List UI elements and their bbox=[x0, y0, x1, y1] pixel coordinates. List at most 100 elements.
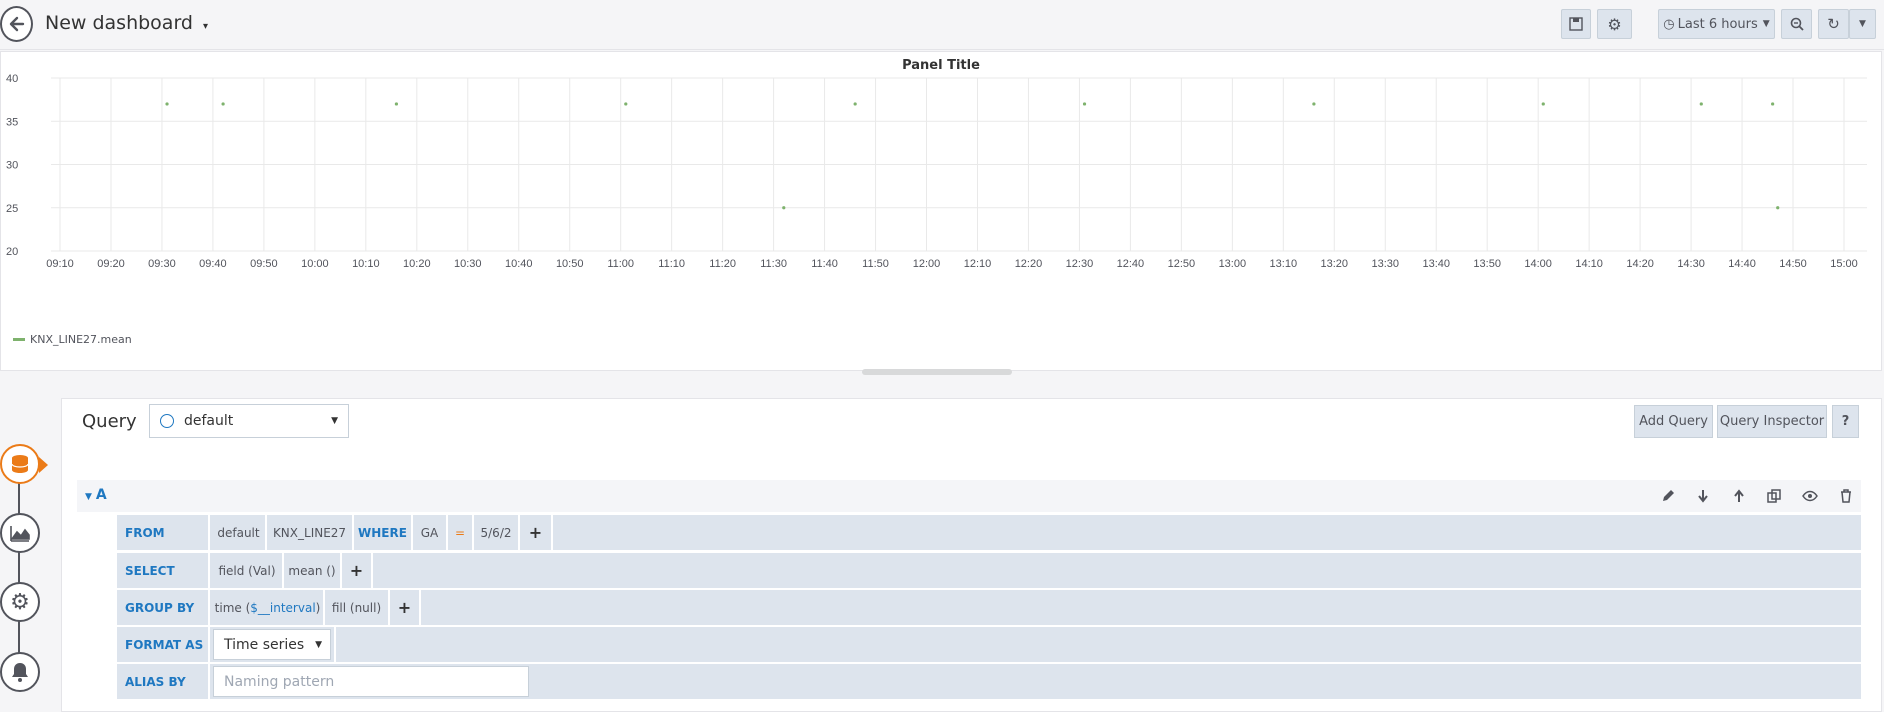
graph-panel: Panel Title 09:10 09:20 09:30 09:40 09:50 10:… bbox=[0, 51, 1882, 371]
x-tick-label: 12:20 bbox=[1015, 258, 1043, 270]
trash-icon[interactable] bbox=[1838, 488, 1854, 504]
field-segment[interactable]: field (Val) bbox=[212, 553, 284, 588]
query-inspector-button[interactable]: Query Inspector bbox=[1717, 405, 1827, 438]
data-point[interactable] bbox=[1541, 102, 1545, 106]
x-tick-label: 10:30 bbox=[454, 258, 482, 270]
y-tick-label: 40 bbox=[6, 73, 18, 85]
alias-placeholder: Naming pattern bbox=[224, 673, 335, 690]
alias-by-label: ALIAS BY bbox=[117, 664, 210, 699]
gear-icon: ⚙ bbox=[10, 589, 30, 615]
x-tick-label: 14:30 bbox=[1677, 258, 1705, 270]
refresh-interval-dropdown[interactable]: ▼ bbox=[1849, 9, 1876, 39]
x-tick-label: 12:00 bbox=[913, 258, 941, 270]
query-section-label: Query bbox=[82, 411, 137, 432]
x-tick-label: 10:00 bbox=[301, 258, 329, 270]
x-tick-label: 11:10 bbox=[658, 258, 685, 270]
x-tick-label: 09:30 bbox=[148, 258, 176, 270]
area-chart-icon bbox=[10, 526, 30, 542]
x-tick-label: 12:50 bbox=[1168, 258, 1196, 270]
eye-icon[interactable] bbox=[1802, 488, 1818, 504]
alias-by-input[interactable]: Naming pattern bbox=[213, 666, 529, 697]
tag-value-segment[interactable]: 5/6/2 bbox=[474, 515, 520, 550]
gear-icon: ⚙ bbox=[1607, 14, 1622, 34]
aggregate-fn-segment[interactable]: mean () bbox=[284, 553, 342, 588]
data-point[interactable] bbox=[1771, 102, 1775, 106]
x-tick-label: 13:50 bbox=[1473, 258, 1501, 270]
dashboard-title-text: New dashboard bbox=[45, 12, 193, 34]
query-row-toggle[interactable]: ▼ A bbox=[85, 487, 107, 503]
operator-segment[interactable]: = bbox=[448, 515, 474, 550]
duplicate-icon[interactable] bbox=[1766, 488, 1782, 504]
tab-visualization[interactable] bbox=[0, 513, 40, 553]
refresh-icon: ↻ bbox=[1827, 15, 1840, 33]
measurement-segment[interactable]: KNX_LINE27 bbox=[267, 515, 354, 550]
active-tab-pointer bbox=[39, 457, 48, 473]
save-dashboard-button[interactable] bbox=[1561, 9, 1591, 39]
pencil-icon[interactable] bbox=[1660, 488, 1676, 504]
data-point[interactable] bbox=[1312, 102, 1316, 106]
time-interval-segment[interactable]: time ($__interval) bbox=[212, 590, 325, 625]
database-icon bbox=[11, 455, 29, 473]
format-as-label: FORMAT AS bbox=[117, 627, 210, 662]
data-point[interactable] bbox=[1082, 102, 1087, 106]
data-point[interactable] bbox=[221, 102, 225, 106]
datasource-icon bbox=[160, 414, 174, 428]
format-as-row-fill bbox=[334, 627, 1861, 662]
data-point[interactable] bbox=[853, 102, 857, 106]
group-by-label: GROUP BY bbox=[117, 590, 210, 625]
add-where-button[interactable]: + bbox=[520, 515, 553, 550]
zoom-out-button[interactable] bbox=[1781, 9, 1812, 39]
data-point[interactable] bbox=[1776, 206, 1780, 210]
data-point[interactable] bbox=[1699, 102, 1703, 106]
help-button[interactable]: ? bbox=[1832, 405, 1859, 438]
x-tick-label: 13:10 bbox=[1270, 258, 1298, 270]
data-point[interactable] bbox=[394, 102, 399, 106]
data-point[interactable] bbox=[782, 206, 786, 210]
retention-policy-segment[interactable]: default bbox=[212, 515, 267, 550]
panel-resize-handle[interactable] bbox=[862, 369, 1012, 375]
caret-down-icon: ▼ bbox=[1859, 19, 1866, 29]
tab-alert[interactable] bbox=[0, 652, 40, 692]
from-row-fill bbox=[553, 515, 1861, 550]
data-point[interactable] bbox=[165, 102, 169, 106]
group-by-row: GROUP BY time ($__interval) fill (null) … bbox=[117, 590, 1861, 625]
add-query-button[interactable]: Add Query bbox=[1634, 405, 1713, 438]
x-tick-label: 12:10 bbox=[964, 258, 992, 270]
add-select-button[interactable]: + bbox=[342, 553, 373, 588]
x-tick-label: 11:20 bbox=[709, 258, 736, 270]
tab-queries[interactable] bbox=[0, 444, 40, 484]
x-tick-label: 09:10 bbox=[46, 258, 74, 270]
zoom-out-icon bbox=[1790, 17, 1804, 31]
x-tick-label: 11:50 bbox=[862, 258, 889, 270]
datasource-select[interactable]: default ▼ bbox=[149, 404, 349, 438]
arrow-down-icon[interactable] bbox=[1695, 488, 1711, 504]
caret-down-icon: ▼ bbox=[315, 639, 322, 650]
settings-button[interactable]: ⚙ bbox=[1597, 9, 1632, 39]
x-tick-label: 14:50 bbox=[1779, 258, 1807, 270]
y-tick-label: 20 bbox=[6, 246, 18, 258]
legend-swatch bbox=[13, 338, 25, 341]
refresh-button[interactable]: ↻ bbox=[1818, 9, 1849, 39]
arrow-up-icon[interactable] bbox=[1731, 488, 1747, 504]
fill-segment[interactable]: fill (null) bbox=[325, 590, 390, 625]
save-icon bbox=[1569, 17, 1583, 31]
dashboard-title[interactable]: New dashboard ▾ bbox=[45, 12, 208, 34]
x-tick-label: 09:20 bbox=[97, 258, 125, 270]
x-tick-label: 14:20 bbox=[1626, 258, 1654, 270]
graph-chart[interactable]: 09:10 09:20 09:30 09:40 09:50 10:00 10:10 10:20… bbox=[1, 72, 1883, 342]
tag-key-segment[interactable]: GA bbox=[413, 515, 448, 550]
x-tick-label: 15:00 bbox=[1830, 258, 1858, 270]
x-tick-label: 14:40 bbox=[1728, 258, 1756, 270]
time-picker-button[interactable]: ◷ Last 6 hours ▼ bbox=[1658, 9, 1775, 39]
back-button[interactable] bbox=[0, 6, 33, 42]
panel-title[interactable]: Panel Title bbox=[1, 58, 1881, 73]
data-point[interactable] bbox=[624, 102, 628, 106]
x-tick-label: 10:40 bbox=[505, 258, 533, 270]
legend: KNX_LINE27.mean bbox=[13, 333, 132, 346]
tab-general[interactable]: ⚙ bbox=[0, 582, 40, 622]
bell-icon bbox=[12, 663, 28, 682]
query-letter: A bbox=[95, 487, 107, 503]
format-as-select[interactable]: Time series ▼ bbox=[213, 629, 331, 660]
add-group-by-button[interactable]: + bbox=[390, 590, 421, 625]
legend-label[interactable]: KNX_LINE27.mean bbox=[30, 333, 132, 346]
